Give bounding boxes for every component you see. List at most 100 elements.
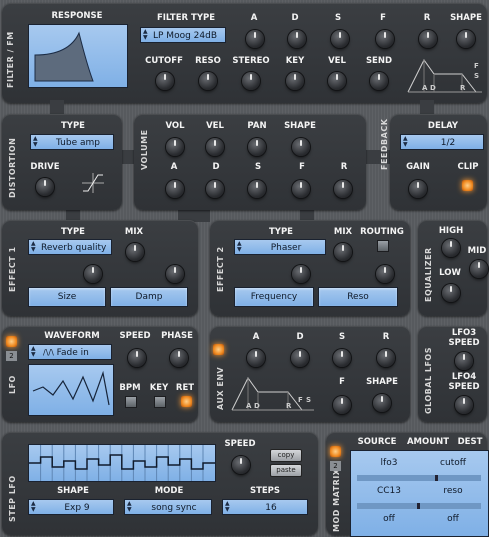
matrix-amount-slider-2[interactable] — [357, 503, 481, 509]
step-steps-select[interactable]: ▲ ▼ 16 — [222, 499, 308, 515]
lfo-active-led[interactable] — [6, 336, 17, 347]
filter-type-select[interactable]: ▲ ▼ LP Moog 24dB — [140, 27, 226, 43]
filter-release-knob[interactable] — [419, 30, 437, 48]
bpm-toggle[interactable] — [125, 396, 137, 408]
matrix-source-3[interactable]: off — [361, 514, 417, 524]
aux-shape-knob[interactable] — [373, 394, 391, 412]
lfo-speed-knob[interactable] — [128, 349, 146, 367]
filter-fade-knob[interactable] — [376, 30, 394, 48]
effect1-param1-knob[interactable] — [84, 265, 102, 283]
filter-shape-knob[interactable] — [457, 30, 475, 48]
effect1-size-button[interactable]: Size — [28, 287, 106, 307]
send-knob[interactable] — [370, 72, 388, 90]
mod-matrix-side-label: MOD MATRIX — [332, 468, 341, 532]
effect2-param2-knob[interactable] — [376, 265, 394, 283]
eq-mid-knob[interactable] — [470, 260, 488, 278]
volume-d-label: D — [212, 162, 220, 172]
volume-fade-knob[interactable] — [292, 180, 310, 198]
vel-knob[interactable] — [328, 72, 346, 90]
aux-fade-knob[interactable] — [333, 396, 351, 414]
copy-button[interactable]: copy — [270, 449, 302, 462]
step-speed-knob[interactable] — [232, 456, 250, 474]
effect1-mix-knob[interactable] — [126, 243, 144, 261]
matrix-row[interactable]: off off — [351, 511, 488, 531]
distortion-curve-icon — [80, 172, 106, 198]
matrix-dest-3[interactable]: off — [423, 514, 483, 524]
pan-knob[interactable] — [248, 138, 266, 156]
filter-label-f: F — [380, 13, 386, 23]
delay-select[interactable]: ▲ ▼ 1/2 — [400, 134, 484, 150]
ret-led[interactable] — [181, 396, 192, 407]
select-arrows-icon: ▲ ▼ — [225, 500, 230, 513]
volume-vel-knob[interactable] — [206, 138, 224, 156]
effect2-param1-knob[interactable] — [292, 265, 310, 283]
mod-matrix-active-led[interactable] — [330, 446, 341, 457]
stereo-knob[interactable] — [242, 72, 260, 90]
aux-sustain-knob[interactable] — [333, 349, 351, 367]
eq-high-knob[interactable] — [442, 239, 460, 257]
cutoff-knob[interactable] — [156, 72, 174, 90]
aux-env-active-led[interactable] — [213, 344, 224, 355]
lfo-phase-knob[interactable] — [170, 349, 188, 367]
eq-low-knob[interactable] — [442, 284, 460, 302]
volume-sustain-knob[interactable] — [248, 180, 266, 198]
reso-knob[interactable] — [199, 72, 217, 90]
filter-sustain-knob[interactable] — [331, 30, 349, 48]
effect1-side-label: EFFECT 1 — [8, 246, 17, 292]
distortion-type-select[interactable]: ▲ ▼ Tube amp — [30, 134, 114, 150]
send-label: SEND — [365, 56, 393, 66]
aux-decay-knob[interactable] — [291, 349, 309, 367]
volume-release-knob[interactable] — [334, 180, 352, 198]
clip-led[interactable] — [462, 180, 473, 191]
lfo3-speed-knob[interactable] — [455, 352, 473, 370]
lfo4-speed-knob[interactable] — [455, 396, 473, 414]
matrix-dest-1[interactable]: cutoff — [423, 458, 483, 468]
vol-knob[interactable] — [166, 138, 184, 156]
step-mode-select[interactable]: ▲ ▼ song sync — [124, 499, 212, 515]
distortion-type-value: Tube amp — [56, 138, 100, 148]
aux-f-label: F — [339, 377, 345, 387]
filter-label-s: S — [334, 13, 342, 23]
volume-attack-knob[interactable] — [166, 180, 184, 198]
matrix-amount-slider-1[interactable] — [357, 475, 481, 481]
effect1-type-select[interactable]: ▲ ▼ Reverb quality — [28, 239, 112, 255]
effect1-damp-button[interactable]: Damp — [110, 287, 188, 307]
filter-env-d: D — [430, 84, 436, 92]
routing-toggle[interactable] — [377, 240, 389, 252]
filter-attack-knob[interactable] — [246, 30, 264, 48]
effect2-reso-button[interactable]: Reso — [318, 287, 398, 307]
gain-knob[interactable] — [409, 180, 427, 198]
volume-side-label: VOLUME — [140, 129, 149, 170]
waveform-ramp-icon: /\/\ — [43, 348, 54, 357]
drive-knob[interactable] — [36, 178, 54, 196]
key-knob[interactable] — [286, 72, 304, 90]
filter-label-shape: SHAPE — [450, 13, 482, 23]
effect2-type-select[interactable]: ▲ ▼ Phaser — [234, 239, 326, 255]
step-sequencer-grid[interactable] — [28, 444, 216, 482]
filter-label-a: A — [250, 13, 258, 23]
effect2-type-label: TYPE — [269, 227, 293, 237]
lfo-speed-label: SPEED — [119, 331, 151, 341]
step-steps-label: STEPS — [249, 486, 281, 496]
matrix-row[interactable]: CC13 reso — [351, 483, 488, 503]
effect2-mix-knob[interactable] — [334, 243, 352, 261]
lfo-key-toggle[interactable] — [154, 396, 166, 408]
matrix-source-1[interactable]: lfo3 — [361, 458, 417, 468]
step-lfo-side-label: STEP LFO — [8, 475, 17, 522]
matrix-source-2[interactable]: CC13 — [361, 486, 417, 496]
aux-d-label: D — [296, 332, 304, 342]
volume-decay-knob[interactable] — [206, 180, 224, 198]
aux-attack-knob[interactable] — [247, 349, 265, 367]
aux-a-label: A — [252, 332, 260, 342]
step-shape-select[interactable]: ▲ ▼ Exp 9 — [28, 499, 114, 515]
effect1-param2-knob[interactable] — [166, 265, 184, 283]
aux-release-knob[interactable] — [377, 349, 395, 367]
waveform-select[interactable]: ▲ ▼ /\/\ Fade in — [28, 344, 112, 360]
filter-decay-knob[interactable] — [288, 30, 306, 48]
paste-button[interactable]: paste — [270, 464, 302, 477]
volume-shape-knob[interactable] — [292, 138, 310, 156]
matrix-dest-2[interactable]: reso — [423, 486, 483, 496]
matrix-row[interactable]: lfo3 cutoff — [351, 455, 488, 475]
effect2-frequency-button[interactable]: Frequency — [234, 287, 314, 307]
step-shape-value: Exp 9 — [64, 503, 90, 513]
